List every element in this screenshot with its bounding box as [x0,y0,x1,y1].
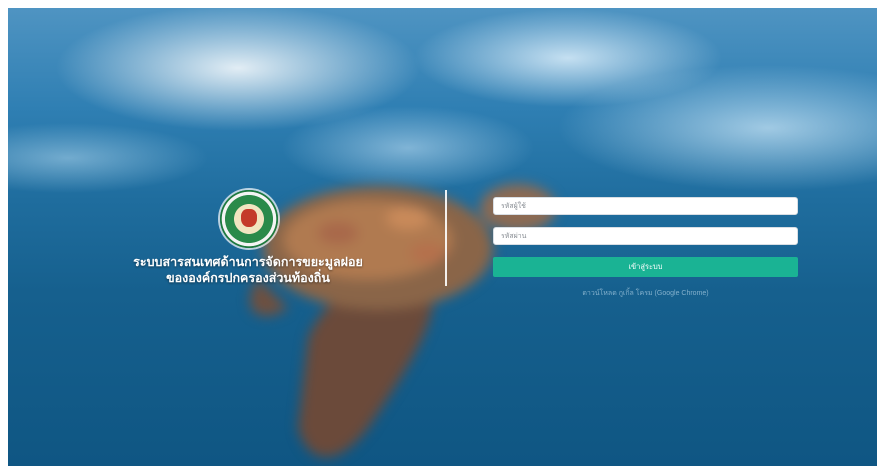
system-title-line2: ขององค์กรปกครองส่วนท้องถิ่น [166,271,330,285]
login-page: ระบบสารสนเทศด้านการจัดการขยะมูลฝอย ขององ… [8,8,877,466]
download-chrome-link[interactable]: ดาวน์โหลด กูเกิ้ล โครม (Google Chrome) [493,288,798,299]
emblem-center [241,209,257,227]
vertical-divider [445,190,447,286]
department-emblem-icon [220,190,278,248]
username-input[interactable] [493,197,798,215]
password-input[interactable] [493,227,798,245]
login-button[interactable]: เข้าสู่ระบบ [493,257,798,277]
